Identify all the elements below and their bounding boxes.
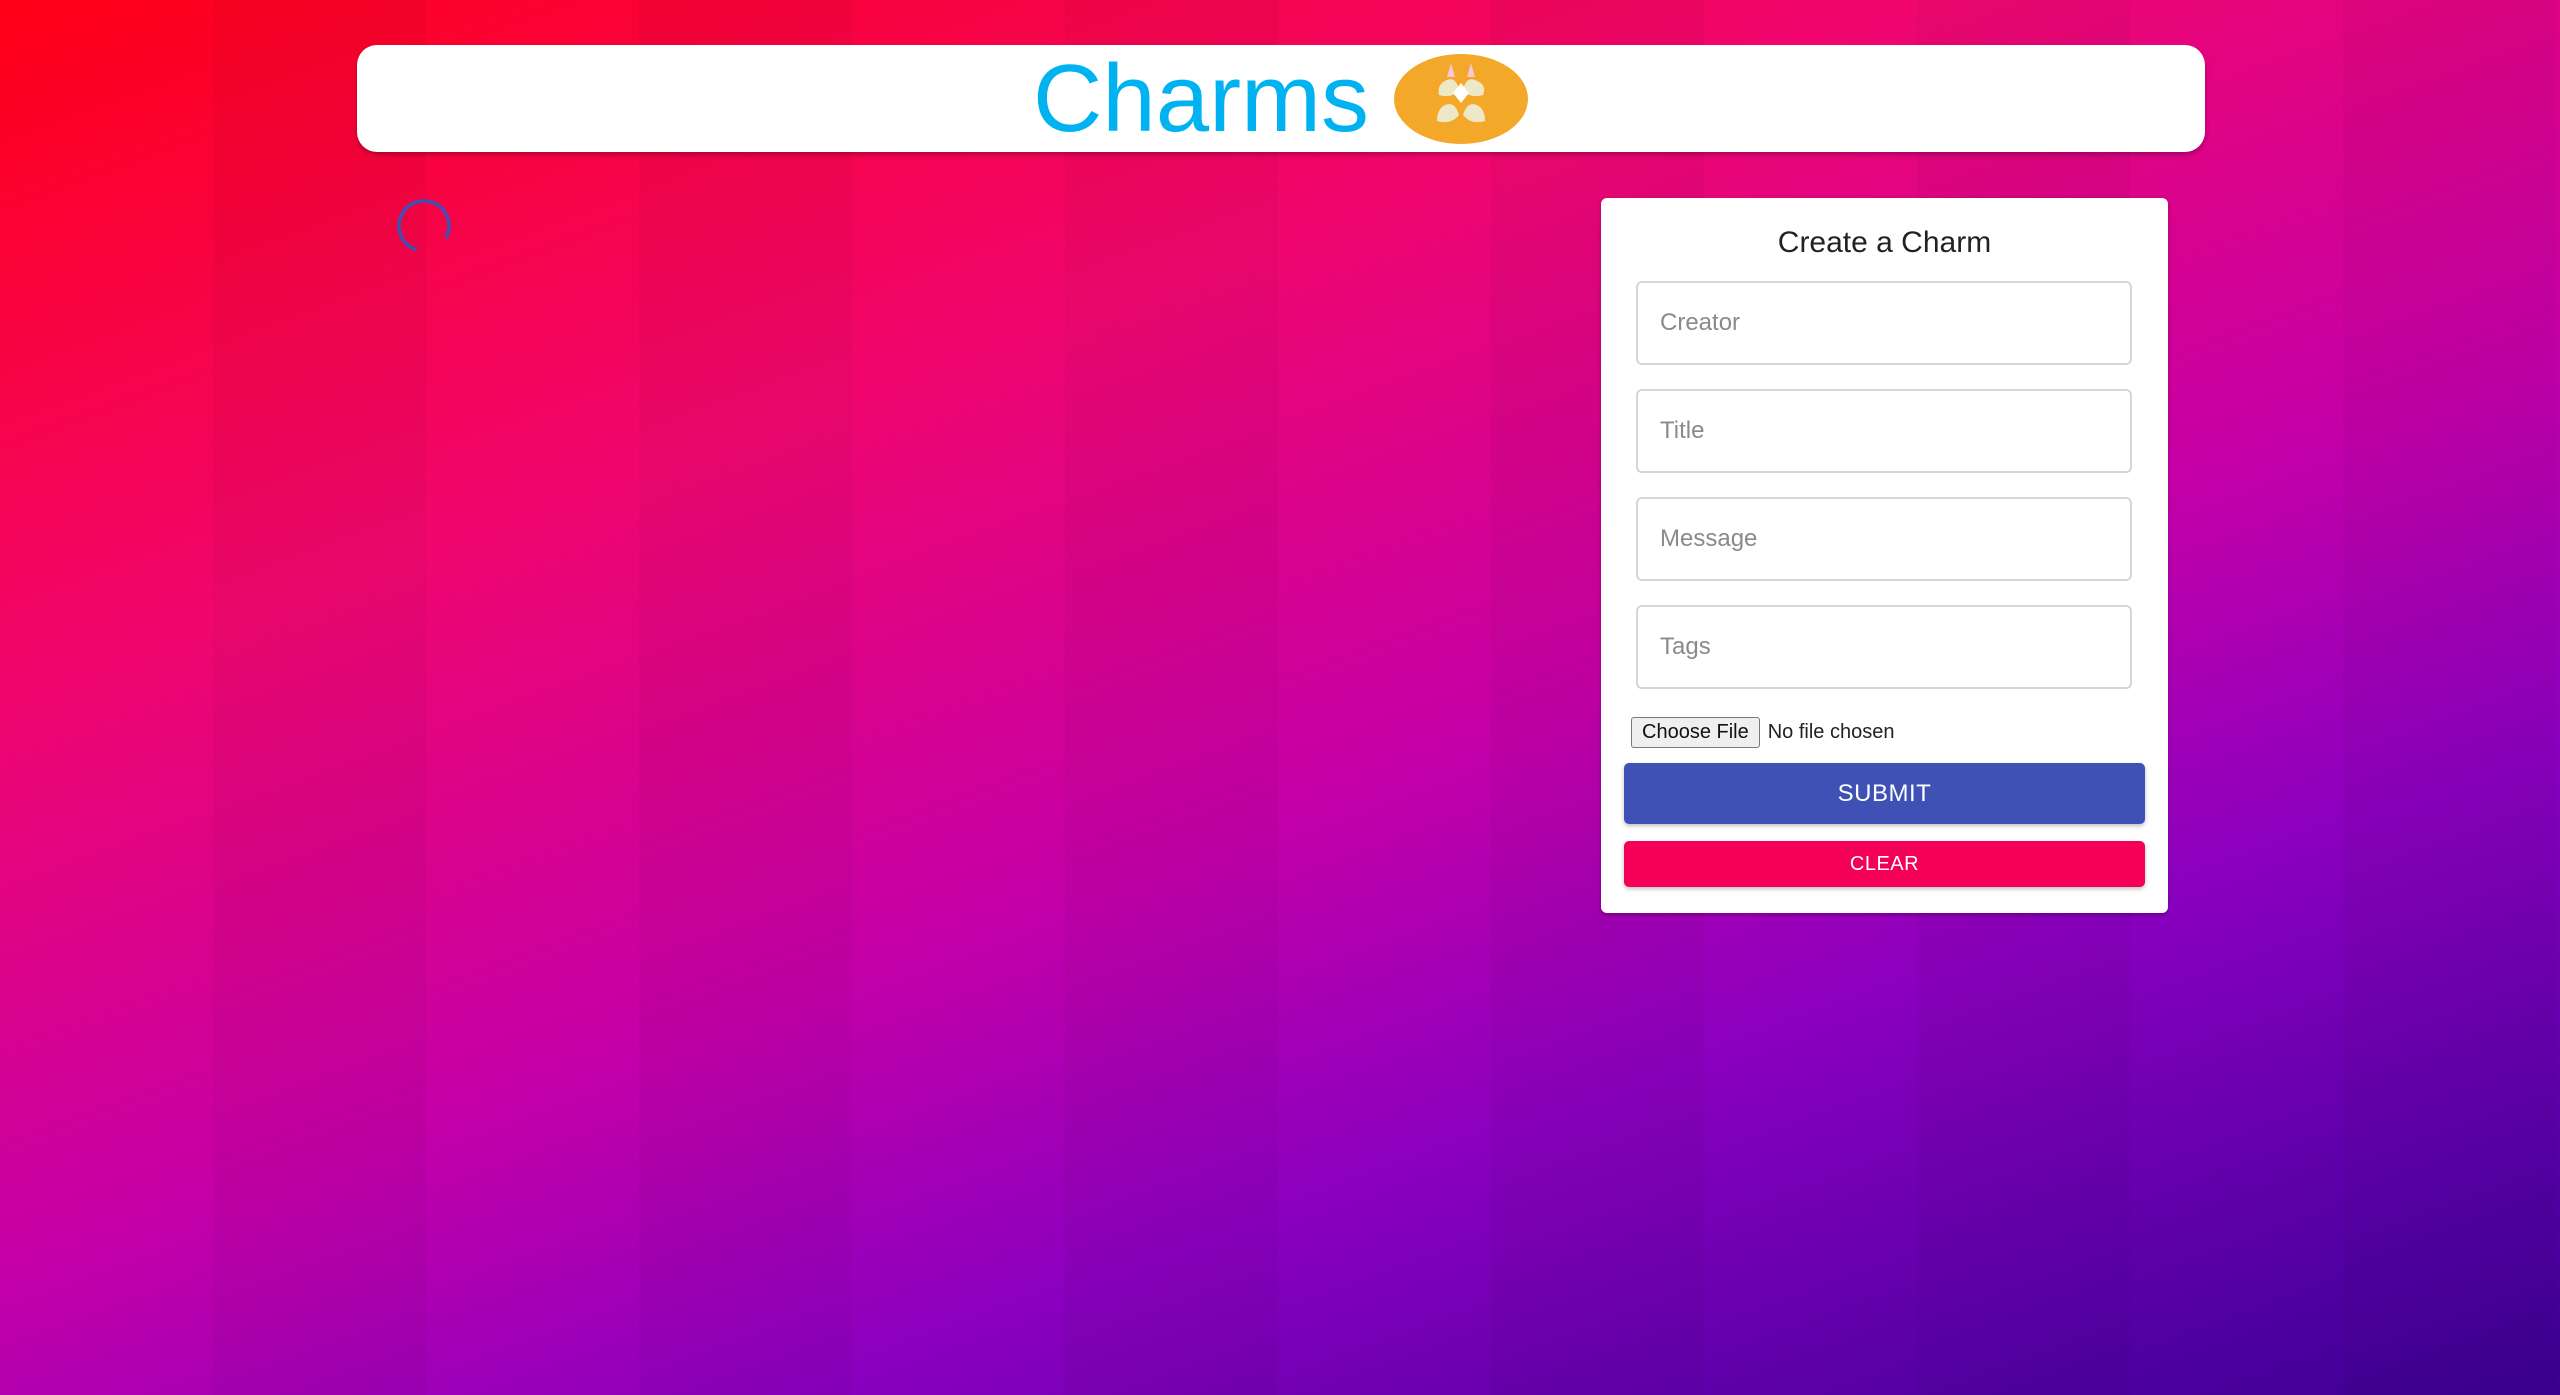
file-input: Choose File No file chosen [1631, 717, 1894, 748]
app-title: Charms [1032, 44, 1370, 152]
loading-spinner-icon [397, 199, 451, 253]
message-input[interactable] [1658, 524, 2130, 554]
tags-input[interactable] [1658, 632, 2130, 662]
create-charm-form: Create a Charm Choose File No file chose… [1601, 198, 2168, 913]
background-gradient [0, 0, 2560, 1395]
creator-field[interactable] [1636, 281, 2132, 365]
creator-input[interactable] [1658, 308, 2130, 338]
title-input[interactable] [1658, 416, 2130, 446]
tags-field[interactable] [1636, 605, 2132, 689]
title-field[interactable] [1636, 389, 2132, 473]
clear-button[interactable]: CLEAR [1624, 841, 2145, 887]
app-bar: Charms [357, 45, 2205, 152]
charms-logo-icon [1394, 53, 1529, 144]
brand: Charms [1032, 44, 1529, 152]
file-status: No file chosen [1767, 721, 1895, 743]
choose-file-button[interactable]: Choose File [1631, 717, 1760, 748]
message-field[interactable] [1636, 497, 2132, 581]
form-title: Create a Charm [1777, 226, 1992, 259]
submit-button[interactable]: SUBMIT [1624, 763, 2145, 824]
